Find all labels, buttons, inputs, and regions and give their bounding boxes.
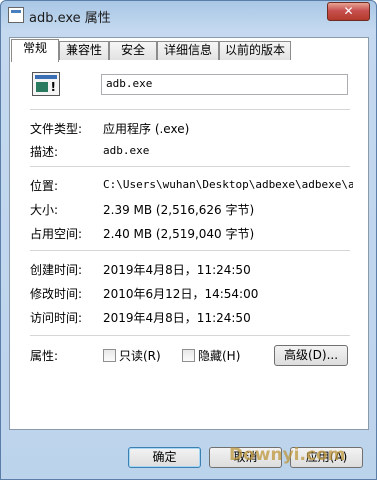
divider xyxy=(30,335,350,336)
accessed-value: 2019年4月8日，11:24:50 xyxy=(103,311,251,325)
filename-input[interactable]: adb.exe xyxy=(101,74,348,95)
ok-button[interactable]: 确定 xyxy=(128,447,201,468)
tab-details[interactable]: 详细信息 xyxy=(157,41,219,60)
size-on-disk-label: 占用空间: xyxy=(30,227,83,241)
tab-security[interactable]: 安全 xyxy=(109,41,157,60)
divider xyxy=(30,166,350,167)
attributes-label: 属性: xyxy=(30,349,59,363)
modified-value: 2010年6月12日，14:54:00 xyxy=(103,287,259,301)
location-value: C:\Users\wuhan\Desktop\adbexe\adbexe\adb… xyxy=(103,178,353,191)
readonly-checkbox[interactable] xyxy=(103,349,116,362)
close-button[interactable]: ✕ xyxy=(327,2,370,21)
size-label: 大小: xyxy=(30,203,59,217)
created-label: 创建时间: xyxy=(30,263,83,277)
description-label: 描述: xyxy=(30,145,59,159)
file-type-label: 文件类型: xyxy=(30,122,83,136)
watermark-text: Downyi.com xyxy=(229,445,346,465)
hidden-label[interactable]: 隐藏(H) xyxy=(198,347,240,364)
window-title: adb.exe 属性 xyxy=(29,11,111,26)
modified-label: 修改时间: xyxy=(30,287,83,301)
accessed-label: 访问时间: xyxy=(30,311,83,325)
tab-general[interactable]: 常规 xyxy=(11,39,59,62)
size-value: 2.39 MB (2,516,626 字节) xyxy=(103,203,255,217)
advanced-button[interactable]: 高级(D)... xyxy=(274,345,348,366)
description-value: adb.exe xyxy=(103,144,150,157)
file-icon xyxy=(8,7,24,23)
properties-window: adb.exe 属性 ✕ 常规 兼容性 安全 详细信息 以前的版本 ! adb.… xyxy=(0,0,377,480)
readonly-label[interactable]: 只读(R) xyxy=(119,347,161,364)
location-label: 位置: xyxy=(30,179,59,193)
general-tab-content: ! adb.exe 文件类型: 应用程序 (.exe) 描述: adb.exe … xyxy=(10,60,368,429)
divider xyxy=(30,109,350,110)
divider xyxy=(30,250,350,251)
hidden-checkbox[interactable] xyxy=(182,349,195,362)
tab-compatibility[interactable]: 兼容性 xyxy=(59,41,109,60)
size-on-disk-value: 2.40 MB (2,519,040 字节) xyxy=(103,227,255,241)
file-type-value: 应用程序 (.exe) xyxy=(103,122,190,136)
created-value: 2019年4月8日，11:24:50 xyxy=(103,263,251,277)
application-icon: ! xyxy=(32,72,60,96)
tab-previous-versions[interactable]: 以前的版本 xyxy=(219,41,291,60)
title-bar[interactable]: adb.exe 属性 ✕ xyxy=(1,1,376,29)
